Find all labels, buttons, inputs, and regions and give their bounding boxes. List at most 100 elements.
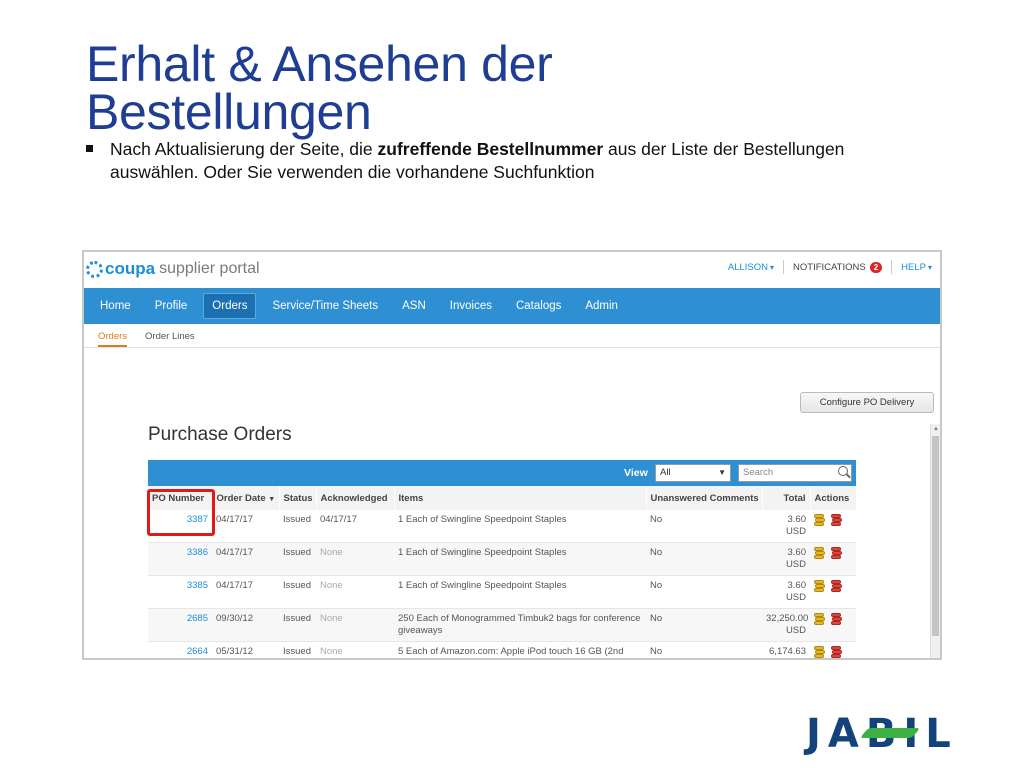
divider	[891, 260, 893, 274]
instruction-bullet: Nach Aktualisierung der Seite, die zufre…	[86, 138, 866, 184]
bullet-text: Nach Aktualisierung der Seite, die zufre…	[110, 139, 845, 182]
view-label: View	[624, 467, 648, 479]
create-invoice-icon[interactable]	[814, 514, 826, 526]
nav-service-time-sheets[interactable]: Service/Time Sheets	[264, 294, 386, 318]
status: Issued	[279, 510, 316, 543]
acknowledged: None	[316, 641, 394, 658]
table-row[interactable]: 3387 04/17/17 Issued 04/17/17 1 Each of Swin…	[148, 510, 856, 543]
acknowledged: None	[316, 542, 394, 576]
items: 1 Each of Swingline Speedpoint Staples	[394, 575, 646, 609]
actions	[810, 641, 856, 658]
order-date: 09/30/12	[212, 608, 279, 642]
table-row[interactable]: 3386 04/17/17 Issued None 1 Each of Swinglin…	[148, 542, 856, 576]
help-menu[interactable]: HELP ▾	[901, 262, 932, 273]
action-icons	[814, 613, 843, 625]
search-icon[interactable]	[838, 466, 848, 476]
total: 6,174.63 USD	[762, 641, 810, 658]
bullet-bold-text: zufreffende Bestellnummer	[377, 139, 604, 159]
main-nav: Home Profile Orders Service/Time Sheets …	[84, 288, 940, 324]
flip-to-invoice-icon[interactable]	[831, 646, 843, 658]
column-header-status[interactable]: Status	[279, 486, 317, 510]
status: Issued	[279, 542, 316, 576]
nav-profile[interactable]: Profile	[147, 294, 196, 318]
flip-to-invoice-icon[interactable]	[831, 514, 843, 526]
search-input[interactable]: Search	[738, 464, 852, 482]
unanswered-comments: No	[646, 608, 762, 642]
flip-to-invoice-icon[interactable]	[831, 580, 843, 592]
actions	[810, 510, 856, 543]
actions	[810, 608, 856, 642]
unanswered-comments: No	[646, 542, 762, 576]
create-invoice-icon[interactable]	[814, 613, 826, 625]
chevron-down-icon: ▾	[927, 262, 932, 272]
action-icons	[814, 646, 843, 658]
bullet-square-icon	[86, 145, 93, 152]
unanswered-comments: No	[646, 575, 762, 609]
action-icons	[814, 580, 843, 592]
column-header-acknowledged[interactable]: Acknowledged	[316, 486, 395, 510]
unanswered-comments: No	[646, 641, 762, 658]
acknowledged: 04/17/17	[316, 510, 394, 543]
nav-admin[interactable]: Admin	[577, 294, 626, 318]
coupa-logo-icon	[86, 260, 103, 278]
column-header-order-date[interactable]: Order Date ▼	[212, 486, 280, 510]
status: Issued	[279, 608, 316, 642]
portal-screenshot: coupa supplier portal ALLISON ▾ NOTIFICAT…	[82, 250, 942, 660]
nav-asn[interactable]: ASN	[394, 294, 434, 318]
table-row[interactable]: 2685 09/30/12 Issued None 250 Each of Monogr…	[148, 608, 856, 642]
notifications-badge: 2	[869, 261, 883, 273]
chevron-down-icon: ▼	[718, 468, 726, 477]
vertical-scrollbar[interactable]: ▲	[930, 424, 940, 658]
view-select[interactable]: All ▼	[655, 464, 731, 482]
actions	[810, 542, 856, 576]
column-header-items[interactable]: Items	[394, 486, 647, 510]
po-number-link[interactable]: 3385	[148, 575, 212, 609]
order-date: 04/17/17	[212, 542, 279, 576]
total: 3.60 USD	[762, 510, 810, 543]
chevron-down-icon: ▾	[770, 262, 775, 272]
tab-order-lines[interactable]: Order Lines	[145, 331, 195, 347]
table-body: 3387 04/17/17 Issued 04/17/17 1 Each of Swin…	[148, 510, 856, 658]
sub-nav: Orders Order Lines	[84, 324, 940, 348]
scroll-up-icon[interactable]: ▲	[933, 426, 939, 432]
table-row[interactable]: 3385 04/17/17 Issued None 1 Each of Swinglin…	[148, 575, 856, 609]
action-icons	[814, 547, 843, 559]
flip-to-invoice-icon[interactable]	[831, 613, 843, 625]
order-date: 05/31/12	[212, 641, 279, 658]
po-number-link[interactable]: 2685	[148, 608, 212, 642]
table-header-row: PO Number Order Date ▼ Status Acknowledg…	[148, 486, 857, 510]
total: 3.60 USD	[762, 575, 810, 609]
header-links: ALLISON ▾ NOTIFICATIONS 2 HELP ▾	[728, 260, 932, 274]
configure-po-delivery-button[interactable]: Configure PO Delivery	[800, 392, 934, 413]
status: Issued	[279, 641, 316, 658]
nav-invoices[interactable]: Invoices	[442, 294, 500, 318]
tab-orders[interactable]: Orders	[98, 331, 128, 347]
items: 1 Each of Swingline Speedpoint Staples	[394, 510, 646, 543]
scrollbar-thumb[interactable]	[932, 436, 939, 636]
actions	[810, 575, 856, 609]
po-number-link[interactable]: 2664	[148, 641, 212, 658]
flip-to-invoice-icon[interactable]	[831, 547, 843, 559]
order-date: 04/17/17	[212, 510, 279, 543]
nav-catalogs[interactable]: Catalogs	[508, 294, 569, 318]
user-menu[interactable]: ALLISON ▾	[728, 262, 774, 273]
purchase-orders-table: PO Number Order Date ▼ Status Acknowledg…	[148, 486, 857, 658]
table-row[interactable]: 2664 05/31/12 Issued None 5 Each of Amazon.c…	[148, 641, 856, 658]
column-header-total[interactable]: Total	[762, 486, 811, 510]
total: 32,250.00 USD	[762, 608, 810, 642]
nav-home[interactable]: Home	[92, 294, 139, 318]
create-invoice-icon[interactable]	[814, 646, 826, 658]
notifications-link[interactable]: NOTIFICATIONS 2	[793, 261, 883, 273]
create-invoice-icon[interactable]	[814, 547, 826, 559]
items: 250 Each of Monogrammed Timbuk2 bags for…	[394, 608, 646, 642]
status: Issued	[279, 575, 316, 609]
coupa-logo[interactable]: coupa supplier portal	[86, 259, 260, 279]
column-header-unanswered-comments[interactable]: Unanswered Comments	[646, 486, 763, 510]
jabil-swoosh-icon	[859, 728, 921, 738]
create-invoice-icon[interactable]	[814, 580, 826, 592]
order-date: 04/17/17	[212, 575, 279, 609]
total: 3.60 USD	[762, 542, 810, 576]
nav-orders[interactable]: Orders	[203, 293, 257, 319]
divider	[783, 260, 785, 274]
po-number-link[interactable]: 3386	[148, 542, 212, 576]
